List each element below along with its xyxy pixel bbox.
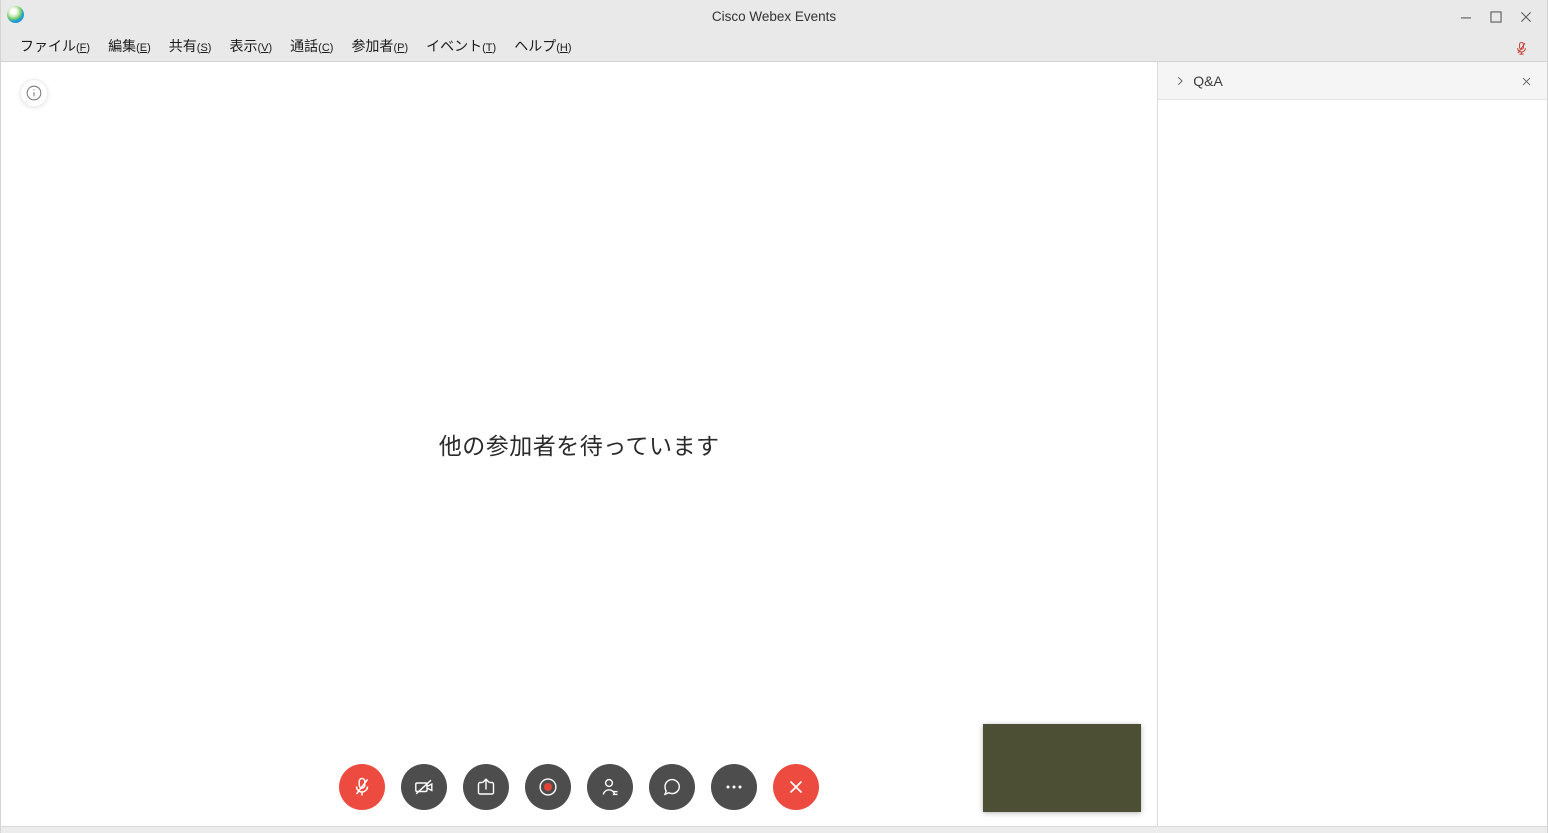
close-icon [784, 775, 808, 799]
more-options-button[interactable] [711, 764, 757, 810]
chat-icon [660, 775, 684, 799]
leave-event-button[interactable] [773, 764, 819, 810]
window-title: Cisco Webex Events [1, 0, 1547, 33]
camera-off-icon [412, 775, 436, 799]
menu-view[interactable]: 表示(V) [220, 32, 281, 62]
minimize-button[interactable] [1451, 2, 1481, 32]
menu-participants[interactable]: 参加者(P) [342, 32, 417, 62]
ellipsis-icon [722, 775, 746, 799]
participants-button[interactable] [587, 764, 633, 810]
mic-muted-icon [350, 775, 374, 799]
maximize-button[interactable] [1481, 2, 1511, 32]
window-bottom-edge [1, 826, 1547, 833]
titlebar: Cisco Webex Events [1, 0, 1547, 33]
webex-events-window: Cisco Webex Events ファイル(F) 編集(E) 共有(S) [0, 0, 1548, 833]
qa-panel-header: Q&A [1158, 62, 1547, 100]
qa-panel: Q&A [1158, 62, 1547, 826]
mic-muted-status-icon [1511, 37, 1531, 59]
close-icon [1515, 6, 1537, 28]
menu-share[interactable]: 共有(S) [160, 32, 221, 62]
waiting-message: 他の参加者を待っています [439, 427, 720, 461]
qa-close-button[interactable] [1517, 72, 1535, 90]
chevron-right-icon[interactable] [1171, 72, 1189, 90]
minimize-icon [1455, 6, 1477, 28]
close-window-button[interactable] [1511, 2, 1541, 32]
waiting-message-wrap: 他の参加者を待っています [1, 62, 1157, 826]
window-controls [1451, 0, 1541, 33]
menubar: ファイル(F) 編集(E) 共有(S) 表示(V) 通話(C) 参加者(P) イ… [1, 33, 1547, 62]
share-content-button[interactable] [463, 764, 509, 810]
content-area: 他の参加者を待っています [1, 62, 1547, 826]
self-video-thumbnail[interactable] [983, 724, 1141, 812]
share-icon [474, 775, 498, 799]
close-icon [1519, 74, 1534, 89]
mute-audio-button[interactable] [339, 764, 385, 810]
maximize-icon [1485, 6, 1507, 28]
chat-button[interactable] [649, 764, 695, 810]
meeting-stage: 他の参加者を待っています [1, 62, 1158, 826]
qa-panel-body [1158, 100, 1547, 826]
menu-help[interactable]: ヘルプ(H) [505, 32, 580, 62]
menu-file[interactable]: ファイル(F) [11, 32, 99, 62]
participants-icon [598, 775, 622, 799]
record-icon [535, 774, 561, 800]
menu-call[interactable]: 通話(C) [281, 32, 342, 62]
record-button[interactable] [525, 764, 571, 810]
menu-edit[interactable]: 編集(E) [99, 32, 160, 62]
menu-event[interactable]: イベント(T) [417, 32, 505, 62]
start-video-button[interactable] [401, 764, 447, 810]
qa-panel-title: Q&A [1193, 73, 1223, 89]
